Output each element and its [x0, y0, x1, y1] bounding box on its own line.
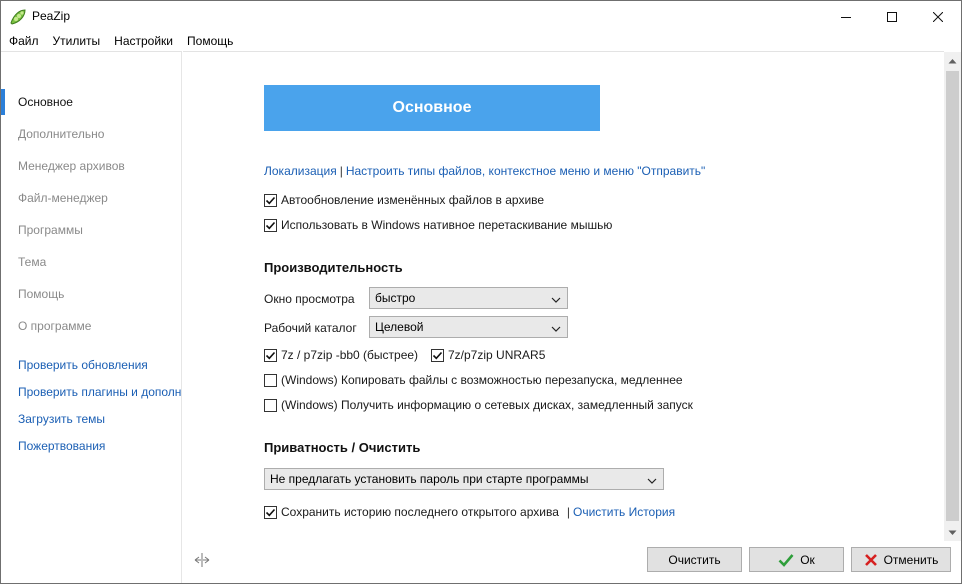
localization-link[interactable]: Локализация — [264, 164, 337, 178]
native-drag-checkbox[interactable] — [264, 218, 277, 232]
copy-restart-checkbox[interactable] — [264, 373, 277, 387]
link-separator: | — [339, 164, 343, 178]
close-button[interactable] — [915, 1, 961, 32]
preview-select-value: быстро — [375, 291, 416, 305]
preview-select[interactable]: быстро — [369, 287, 568, 309]
checkmark-icon — [432, 351, 443, 359]
title-bar[interactable]: PeaZip — [1, 1, 961, 32]
chevron-down-icon — [647, 474, 657, 488]
unrar5-option[interactable]: 7z/p7zip UNRAR5 — [431, 348, 545, 362]
workdir-label: Рабочий каталог — [264, 321, 357, 335]
checkmark-icon — [265, 221, 276, 229]
menu-help[interactable]: Помощь — [180, 32, 240, 51]
native-drag-label: Использовать в Windows нативное перетаск… — [281, 218, 613, 232]
scroll-down-icon — [948, 530, 957, 535]
links-row: Локализация | Настроить типы файлов, кон… — [264, 164, 705, 178]
peazip-window: PeaZip Файл Утилиты Настройки Помощь Осн… — [0, 0, 962, 584]
menu-settings[interactable]: Настройки — [107, 32, 180, 51]
workdir-select[interactable]: Целевой — [369, 316, 568, 338]
clear-button-label: Очистить — [668, 552, 721, 567]
cancel-button-label: Отменить — [883, 552, 939, 567]
save-history-label: Сохранить историю последнего открытого а… — [281, 505, 559, 519]
checkmark-icon — [265, 196, 276, 204]
password-prompt-value: Не предлагать установить пароль при стар… — [270, 472, 589, 486]
save-history-checkbox[interactable] — [264, 505, 277, 519]
menu-file[interactable]: Файл — [1, 32, 46, 51]
resize-splitter-icon[interactable] — [194, 552, 210, 568]
sidebar-item-general[interactable]: Основное — [18, 95, 73, 109]
auto-update-label: Автообновление изменённых файлов в архив… — [281, 193, 545, 207]
sidebar-item-advanced[interactable]: Дополнительно — [18, 127, 104, 141]
peazip-pea-icon — [9, 8, 27, 26]
unrar5-checkbox[interactable] — [431, 348, 444, 362]
cancel-button[interactable]: Отменить — [851, 547, 951, 572]
7z-bb0-label: 7z / p7zip -bb0 (быстрее) — [281, 348, 419, 362]
auto-update-option[interactable]: Автообновление изменённых файлов в архив… — [264, 193, 544, 207]
minimize-button[interactable] — [823, 1, 869, 32]
scroll-down-button[interactable] — [944, 524, 961, 541]
checkmark-icon — [265, 351, 276, 359]
ok-button[interactable]: Ок — [749, 547, 844, 572]
check-updates-link[interactable]: Проверить обновления — [18, 358, 148, 372]
page-title: Основное — [264, 85, 600, 131]
window-title: PeaZip — [32, 9, 71, 23]
network-info-option[interactable]: (Windows) Получить информацию о сетевых … — [264, 398, 693, 412]
maximize-button[interactable] — [869, 1, 915, 32]
cancel-x-icon — [864, 553, 878, 567]
7z-bb0-checkbox[interactable] — [264, 348, 277, 362]
sidebar-item-file-manager[interactable]: Файл-менеджер — [18, 191, 108, 205]
ok-button-label: Ок — [800, 552, 815, 567]
performance-heading: Производительность — [264, 260, 403, 275]
7z-bb0-option[interactable]: 7z / p7zip -bb0 (быстрее) — [264, 348, 418, 362]
copy-restart-option[interactable]: (Windows) Копировать файлы с возможность… — [264, 373, 683, 387]
unrar5-label: 7z/p7zip UNRAR5 — [448, 348, 546, 362]
chevron-down-icon — [551, 293, 561, 307]
file-types-link[interactable]: Настроить типы файлов, контекстное меню … — [346, 164, 705, 178]
menu-utilities[interactable]: Утилиты — [46, 32, 108, 51]
close-icon — [933, 11, 943, 22]
network-info-label: (Windows) Получить информацию о сетевых … — [281, 398, 693, 412]
clear-history-link[interactable]: Очистить История — [573, 505, 675, 519]
settings-panel: Основное Локализация | Настроить типы фа… — [183, 51, 944, 541]
password-prompt-select[interactable]: Не предлагать установить пароль при стар… — [264, 468, 664, 490]
checkmark-icon — [778, 553, 794, 567]
checkmark-icon — [265, 508, 276, 516]
sidebar-item-archive-manager[interactable]: Менеджер архивов — [18, 159, 125, 173]
check-plugins-link[interactable]: Проверить плагины и дополн — [18, 385, 181, 399]
network-info-checkbox[interactable] — [264, 398, 277, 412]
sidebar-item-about[interactable]: О программе — [18, 319, 91, 333]
scroll-thumb[interactable] — [946, 71, 959, 521]
auto-update-checkbox[interactable] — [264, 193, 277, 207]
scroll-up-button[interactable] — [944, 52, 961, 69]
clear-button[interactable]: Очистить — [647, 547, 742, 572]
native-drag-option[interactable]: Использовать в Windows нативное перетаск… — [264, 218, 612, 232]
history-separator: | — [566, 505, 570, 519]
active-item-marker — [1, 89, 5, 115]
privacy-heading: Приватность / Очистить — [264, 440, 421, 455]
vertical-scrollbar[interactable] — [944, 52, 961, 541]
sidebar-item-help[interactable]: Помощь — [18, 287, 64, 301]
sidebar-item-programs[interactable]: Программы — [18, 223, 83, 237]
donations-link[interactable]: Пожертвования — [18, 439, 105, 453]
maximize-icon — [887, 11, 897, 22]
preview-label: Окно просмотра — [264, 292, 355, 306]
minimize-icon — [841, 16, 851, 18]
save-history-option[interactable]: Сохранить историю последнего открытого а… — [264, 505, 675, 519]
menu-bar: Файл Утилиты Настройки Помощь — [1, 32, 961, 51]
workdir-select-value: Целевой — [375, 320, 424, 334]
sidebar-item-theme[interactable]: Тема — [18, 255, 46, 269]
chevron-down-icon — [551, 322, 561, 336]
copy-restart-label: (Windows) Копировать файлы с возможность… — [281, 373, 683, 387]
scroll-up-icon — [948, 58, 957, 63]
download-themes-link[interactable]: Загрузить темы — [18, 412, 105, 426]
settings-sidebar: Основное Дополнительно Менеджер архивов … — [1, 51, 182, 583]
